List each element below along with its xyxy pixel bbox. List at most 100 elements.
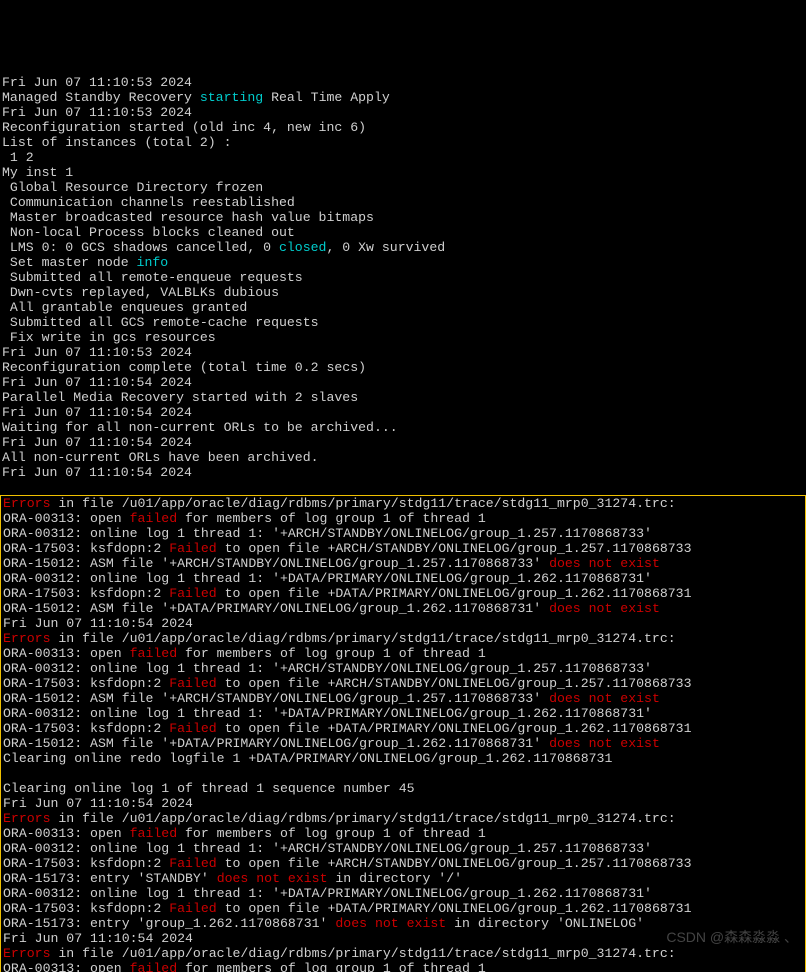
highlighted-error-block[interactable]: Errors in file /u01/app/oracle/diag/rdbm… — [0, 495, 806, 972]
log-text-red: does not exist — [217, 871, 328, 886]
log-text: Reconfiguration complete (total time 0.2… — [2, 360, 366, 375]
log-text: All non-current ORLs have been archived. — [2, 450, 319, 465]
log-line: Clearing online redo logfile 1 +DATA/PRI… — [3, 751, 803, 766]
log-text: Fri Jun 07 11:10:53 2024 — [2, 105, 192, 120]
log-text-red: does not exist — [549, 736, 660, 751]
log-text: for members of log group 1 of thread 1 — [177, 511, 486, 526]
log-text: ORA-17503: ksfdopn:2 — [3, 676, 169, 691]
log-text: ORA-00313: open — [3, 826, 130, 841]
log-line: Fri Jun 07 11:10:54 2024 — [3, 796, 803, 811]
log-line: Fix write in gcs resources — [2, 330, 804, 345]
log-text: Fri Jun 07 11:10:54 2024 — [3, 796, 193, 811]
log-text: to open file +DATA/PRIMARY/ONLINELOG/gro… — [217, 721, 692, 736]
log-text-red: Failed — [169, 541, 216, 556]
log-text: in file /u01/app/oracle/diag/rdbms/prima… — [50, 946, 675, 961]
log-line: Parallel Media Recovery started with 2 s… — [2, 390, 804, 405]
log-text: in directory 'ONLINELOG' — [446, 916, 644, 931]
log-text-red: Failed — [169, 586, 216, 601]
log-text: to open file +DATA/PRIMARY/ONLINELOG/gro… — [217, 901, 692, 916]
log-line: Managed Standby Recovery starting Real T… — [2, 90, 804, 105]
log-line: ORA-00312: online log 1 thread 1: '+DATA… — [3, 706, 803, 721]
log-text-red: does not exist — [549, 556, 660, 571]
log-line: Waiting for all non-current ORLs to be a… — [2, 420, 804, 435]
log-line: Errors in file /u01/app/oracle/diag/rdbm… — [3, 496, 803, 511]
log-text: Submitted all GCS remote-cache requests — [2, 315, 319, 330]
log-text: Fri Jun 07 11:10:54 2024 — [3, 616, 193, 631]
log-text: Submitted all remote-enqueue requests — [2, 270, 303, 285]
log-text: Non-local Process blocks cleaned out — [2, 225, 295, 240]
log-line: ORA-17503: ksfdopn:2 Failed to open file… — [3, 901, 803, 916]
log-line: Errors in file /u01/app/oracle/diag/rdbm… — [3, 946, 803, 961]
log-text: ORA-00312: online log 1 thread 1: '+DATA… — [3, 706, 652, 721]
log-text: Parallel Media Recovery started with 2 s… — [2, 390, 358, 405]
log-line: ORA-17503: ksfdopn:2 Failed to open file… — [3, 676, 803, 691]
log-text: in file /u01/app/oracle/diag/rdbms/prima… — [50, 631, 675, 646]
log-line: ORA-00313: open failed for members of lo… — [3, 961, 803, 972]
log-text: for members of log group 1 of thread 1 — [177, 646, 486, 661]
log-text: Global Resource Directory frozen — [2, 180, 263, 195]
log-line: Errors in file /u01/app/oracle/diag/rdbm… — [3, 631, 803, 646]
log-text: Fri Jun 07 11:10:53 2024 — [2, 345, 192, 360]
log-text-red: Errors — [3, 946, 50, 961]
log-text: Clearing online redo logfile 1 +DATA/PRI… — [3, 751, 612, 766]
log-text: Dwn-cvts replayed, VALBLKs dubious — [2, 285, 279, 300]
log-text-red: Failed — [169, 676, 216, 691]
log-line: ORA-15012: ASM file '+DATA/PRIMARY/ONLIN… — [3, 601, 803, 616]
log-line: ORA-15173: entry 'STANDBY' does not exis… — [3, 871, 803, 886]
log-line: ORA-15012: ASM file '+ARCH/STANDBY/ONLIN… — [3, 691, 803, 706]
log-text: for members of log group 1 of thread 1 — [177, 961, 486, 972]
log-text: in file /u01/app/oracle/diag/rdbms/prima… — [50, 496, 675, 511]
log-text-cyan: starting — [200, 90, 263, 105]
log-text-red: Failed — [169, 721, 216, 736]
log-line: Fri Jun 07 11:10:53 2024 — [2, 105, 804, 120]
log-text: for members of log group 1 of thread 1 — [177, 826, 486, 841]
log-line: Fri Jun 07 11:10:54 2024 — [2, 435, 804, 450]
log-text: Fri Jun 07 11:10:53 2024 — [2, 75, 192, 90]
log-text: ORA-00312: online log 1 thread 1: '+DATA… — [3, 886, 652, 901]
log-text: ORA-00312: online log 1 thread 1: '+ARCH… — [3, 526, 652, 541]
log-text-red: Errors — [3, 496, 50, 511]
terminal-output-top[interactable]: Fri Jun 07 11:10:53 2024Managed Standby … — [0, 75, 806, 480]
log-text: to open file +DATA/PRIMARY/ONLINELOG/gro… — [217, 586, 692, 601]
log-text: All grantable enqueues granted — [2, 300, 247, 315]
log-line: ORA-17503: ksfdopn:2 Failed to open file… — [3, 586, 803, 601]
log-line: Fri Jun 07 11:10:54 2024 — [3, 931, 803, 946]
log-text-red: Errors — [3, 811, 50, 826]
log-line: ORA-00313: open failed for members of lo… — [3, 511, 803, 526]
log-line: List of instances (total 2) : — [2, 135, 804, 150]
log-line: Fri Jun 07 11:10:54 2024 — [2, 405, 804, 420]
log-line: Errors in file /u01/app/oracle/diag/rdbm… — [3, 811, 803, 826]
log-text: to open file +ARCH/STANDBY/ONLINELOG/gro… — [217, 541, 692, 556]
log-line: ORA-00313: open failed for members of lo… — [3, 646, 803, 661]
log-line: Fri Jun 07 11:10:53 2024 — [2, 75, 804, 90]
log-text: LMS 0: 0 GCS shadows cancelled, 0 — [2, 240, 279, 255]
log-text: My inst 1 — [2, 165, 73, 180]
log-line: Reconfiguration complete (total time 0.2… — [2, 360, 804, 375]
log-line: ORA-15173: entry 'group_1.262.1170868731… — [3, 916, 803, 931]
log-text: Fri Jun 07 11:10:54 2024 — [2, 375, 192, 390]
log-text-red: does not exist — [335, 916, 446, 931]
log-text: Fri Jun 07 11:10:54 2024 — [3, 931, 193, 946]
log-text: Clearing online log 1 of thread 1 sequen… — [3, 781, 415, 796]
log-line: Fri Jun 07 11:10:54 2024 — [3, 616, 803, 631]
log-line: 1 2 — [2, 150, 804, 165]
log-line: Set master node info — [2, 255, 804, 270]
log-line: All non-current ORLs have been archived. — [2, 450, 804, 465]
log-text: , 0 Xw survived — [326, 240, 445, 255]
log-text: Reconfiguration started (old inc 4, new … — [2, 120, 366, 135]
log-text: ORA-17503: ksfdopn:2 — [3, 541, 169, 556]
log-text-red: does not exist — [549, 601, 660, 616]
log-text: ORA-00312: online log 1 thread 1: '+ARCH… — [3, 661, 652, 676]
log-line: ORA-00312: online log 1 thread 1: '+DATA… — [3, 886, 803, 901]
log-text: ORA-00312: online log 1 thread 1: '+ARCH… — [3, 841, 652, 856]
log-text: ORA-17503: ksfdopn:2 — [3, 856, 169, 871]
log-text-red: Failed — [169, 856, 216, 871]
log-text-cyan: info — [137, 255, 169, 270]
log-text: to open file +ARCH/STANDBY/ONLINELOG/gro… — [217, 856, 692, 871]
log-line: Global Resource Directory frozen — [2, 180, 804, 195]
log-text: Master broadcasted resource hash value b… — [2, 210, 374, 225]
log-text: List of instances (total 2) : — [2, 135, 232, 150]
log-text: Fri Jun 07 11:10:54 2024 — [2, 465, 192, 480]
log-line: ORA-00313: open failed for members of lo… — [3, 826, 803, 841]
log-text: ORA-00313: open — [3, 646, 130, 661]
